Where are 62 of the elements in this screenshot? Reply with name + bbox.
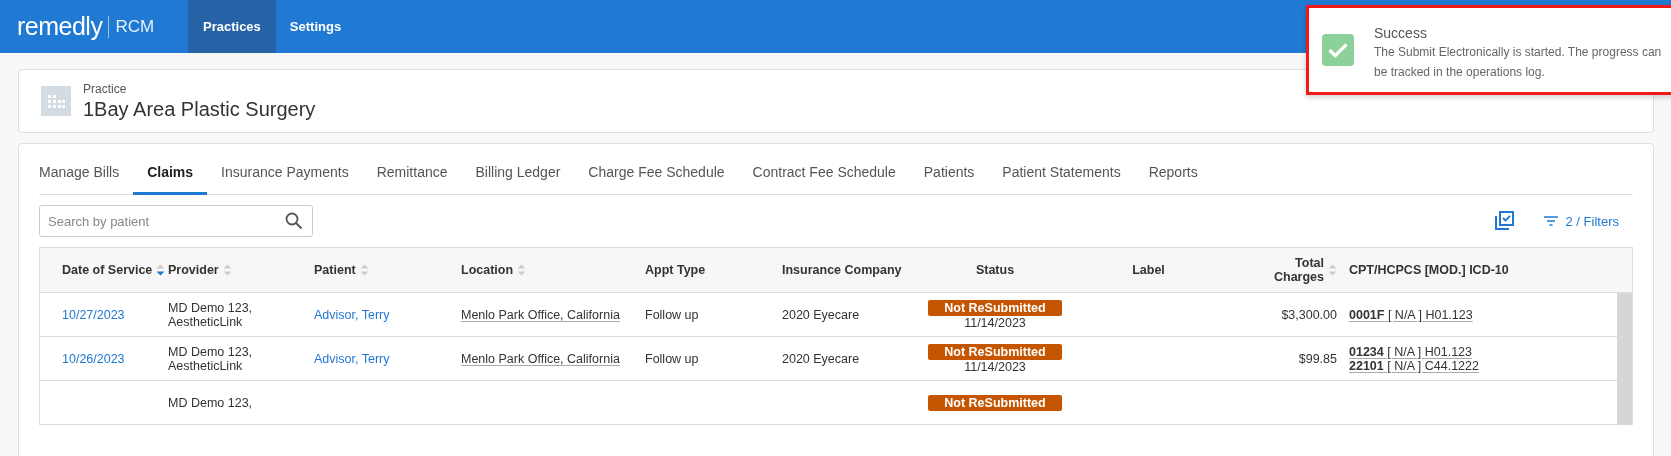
nav-tab[interactable]: Practices [188, 0, 276, 53]
search-field[interactable]: Search by patient [39, 205, 313, 237]
provider-text: MD Demo 123, [168, 300, 254, 315]
status-date: 11/14/2023 [964, 315, 1026, 330]
section-tab[interactable]: Reports [1134, 160, 1212, 195]
status-date: 11/14/2023 [964, 359, 1026, 374]
scrollbar[interactable] [1617, 293, 1632, 425]
column-header: CPT/HCPCS [MOD.] ICD-10 [1349, 263, 1509, 277]
practice-name: 1Bay Area Plastic Surgery [83, 97, 316, 121]
column-header: Insurance Company [782, 263, 902, 277]
check-icon [1322, 33, 1354, 67]
column-header: Status [975, 263, 1015, 277]
section-tab[interactable]: Insurance Payments [207, 160, 363, 195]
column-header: Patient [314, 263, 356, 277]
select-all-icon[interactable] [1493, 211, 1514, 231]
column-header: Date of Service [62, 263, 153, 277]
status-badge: Not ReSubmitted [928, 299, 1062, 316]
practice-caption: Practice [83, 81, 128, 96]
date-link[interactable]: 10/26/2023 [62, 351, 168, 366]
column-header: Label [1132, 263, 1165, 277]
code-text: 01234 [ N/A ] H01.123 [1349, 344, 1473, 359]
column-header: Provider [168, 263, 219, 277]
patient-link[interactable]: Advisor, Terry [314, 307, 461, 322]
section-tab[interactable]: Manage Bills [39, 160, 134, 195]
date-link[interactable]: 10/27/2023 [62, 307, 168, 322]
toast-title: Success [1374, 25, 1428, 41]
status-badge: Not ReSubmitted [928, 394, 1062, 411]
total-charges-text: $3,300.00 [1281, 307, 1337, 322]
section-tab[interactable]: Patient Statements [988, 160, 1135, 195]
appt-type-text: Follow up [645, 307, 700, 322]
section-tab[interactable]: Billing Ledger [461, 160, 575, 195]
provider-text: MD Demo 123, [168, 395, 254, 410]
provider-text: AestheticLink [168, 358, 244, 373]
provider-text: AestheticLink [168, 314, 244, 329]
code-text: 22101 [ N/A ] C44.1222 [1349, 358, 1480, 373]
column-header: Appt Type [645, 263, 706, 277]
building-icon [41, 86, 71, 116]
location-text: Menlo Park Office, California [461, 307, 621, 322]
insurance-text: 2020 Eyecare [782, 307, 861, 322]
total-charges-text: $99.85 [1298, 351, 1337, 366]
section-tab[interactable]: Charge Fee Schedule [574, 160, 739, 195]
patient-link[interactable]: Advisor, Terry [314, 351, 461, 366]
app-logo: remedly [17, 12, 103, 41]
column-header: Total Charges [1272, 256, 1324, 284]
filter-icon [1543, 216, 1558, 226]
status-badge: Not ReSubmitted [928, 343, 1062, 360]
sort-icon[interactable] [156, 263, 166, 277]
column-header: Location [461, 263, 514, 277]
toast-message: The Submit Electronically is started. The progress can be tracked in the operations log. [1374, 44, 1663, 81]
section-tab[interactable]: Patients [909, 160, 989, 195]
appt-type-text: Follow up [645, 351, 700, 366]
section-tab[interactable]: Contract Fee Schedule [738, 160, 910, 195]
insurance-text: 2020 Eyecare [782, 351, 861, 366]
code-text: 0001F [ N/A ] H01.123 [1349, 307, 1474, 322]
location-text: Menlo Park Office, California [461, 351, 621, 366]
nav-tab[interactable]: Settings [275, 0, 356, 53]
app-logo-suffix: RCM [115, 16, 155, 37]
search-icon [285, 212, 303, 230]
section-tab[interactable]: Claims [133, 160, 208, 195]
filters-button[interactable]: 2 / Filters [1543, 213, 1633, 229]
provider-text: MD Demo 123, [168, 344, 254, 359]
section-tab[interactable]: Remittance [362, 160, 462, 195]
